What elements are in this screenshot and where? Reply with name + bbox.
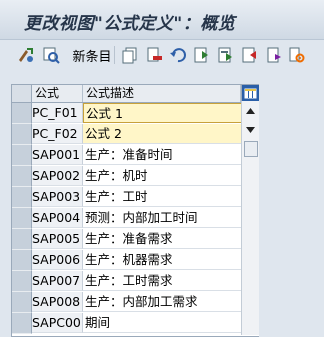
new-entries-button[interactable]: 新条目 (72, 46, 112, 65)
formula-code-cell: PC_F02 (32, 124, 83, 144)
formula-code-cell: SAPC00 (32, 313, 83, 333)
column-header-description[interactable]: 公式描述 (83, 85, 241, 102)
row-selector[interactable] (12, 313, 32, 334)
page-title: 更改视图"公式定义"：概览 (24, 14, 236, 34)
table-row[interactable]: SAPC00 期间 (12, 313, 259, 334)
display-change-icon[interactable] (17, 46, 35, 64)
application-toolbar: 新条目 (0, 40, 324, 71)
deselect-all-icon[interactable] (241, 46, 259, 64)
select-all-icon[interactable] (193, 46, 211, 64)
new-entries-label: 新条目 (72, 49, 112, 65)
formula-code-cell: SAP008 (32, 292, 83, 312)
column-header-formula[interactable]: 公式 (32, 85, 83, 102)
row-selector[interactable] (12, 292, 32, 313)
scroll-down-button[interactable] (242, 121, 259, 138)
table-header: 公式 公式描述 (12, 85, 259, 103)
formula-code-cell: SAP005 (32, 229, 83, 249)
formula-description-input[interactable]: 公式 2 (83, 124, 242, 144)
where-used-icon[interactable] (42, 46, 60, 64)
row-selector[interactable] (12, 271, 32, 292)
formula-code-cell: SAP001 (32, 145, 83, 165)
print-icon[interactable] (265, 46, 283, 64)
table-row[interactable]: SAP004 预测：内部加工时间 (12, 208, 259, 229)
configure-icon[interactable] (288, 46, 306, 64)
delete-icon[interactable] (145, 46, 163, 64)
table-row[interactable]: SAP003 生产：工时 (12, 187, 259, 208)
row-selector[interactable] (12, 187, 32, 208)
table-row[interactable]: SAP005 生产：准备需求 (12, 229, 259, 250)
formula-description-cell: 预测：内部加工时间 (83, 208, 242, 228)
table-row[interactable]: PC_F02 公式 2 (12, 124, 259, 145)
formula-description-cell: 生产：准备时间 (83, 145, 242, 165)
scroll-thumb[interactable] (244, 141, 258, 157)
row-selector[interactable] (12, 208, 32, 229)
table-row[interactable]: SAP002 生产：机时 (12, 166, 259, 187)
vertical-scrollbar[interactable] (241, 101, 259, 335)
table-row[interactable]: SAP001 生产：准备时间 (12, 145, 259, 166)
formula-description-cell: 期间 (83, 313, 242, 333)
formula-description-cell: 生产：机器需求 (83, 250, 242, 270)
table-settings-icon[interactable] (241, 85, 259, 102)
scroll-up-button[interactable] (242, 102, 259, 119)
formula-code-cell: SAP007 (32, 271, 83, 291)
formula-description-cell: 生产：准备需求 (83, 229, 242, 249)
select-block-icon[interactable] (217, 46, 235, 64)
row-selector[interactable] (12, 250, 32, 271)
table-row[interactable]: SAP006 生产：机器需求 (12, 250, 259, 271)
formula-description-cell: 生产：工时 (83, 187, 242, 207)
table-row[interactable]: SAP008 生产：内部加工需求 (12, 292, 259, 313)
formula-code-cell: SAP003 (32, 187, 83, 207)
row-selector[interactable] (12, 166, 32, 187)
row-selector[interactable] (12, 103, 32, 124)
formula-code-cell: SAP002 (32, 166, 83, 186)
formula-description-cell: 生产：内部加工需求 (83, 292, 242, 312)
table-row[interactable]: PC_F01 公式 1 (12, 103, 259, 124)
formula-description-cell: 生产：机时 (83, 166, 242, 186)
select-all-rows[interactable] (12, 85, 32, 102)
formula-code-cell: SAP004 (32, 208, 83, 228)
formula-code-cell: SAP006 (32, 250, 83, 270)
toolbar-separator (114, 46, 115, 64)
formula-table: 公式 公式描述 PC_F01 公式 1 PC_F02 公式 2 SAP001 生… (11, 84, 259, 337)
copy-icon[interactable] (121, 46, 139, 64)
undo-icon[interactable] (169, 46, 187, 64)
row-selector[interactable] (12, 124, 32, 145)
table-row[interactable]: SAP007 生产：工时需求 (12, 271, 259, 292)
row-selector[interactable] (12, 229, 32, 250)
formula-description-input[interactable]: 公式 1 (83, 103, 242, 123)
title-bar: 更改视图"公式定义"：概览 (0, 0, 324, 40)
row-selector[interactable] (12, 145, 32, 166)
formula-code-cell: PC_F01 (32, 103, 83, 123)
formula-description-cell: 生产：工时需求 (83, 271, 242, 291)
